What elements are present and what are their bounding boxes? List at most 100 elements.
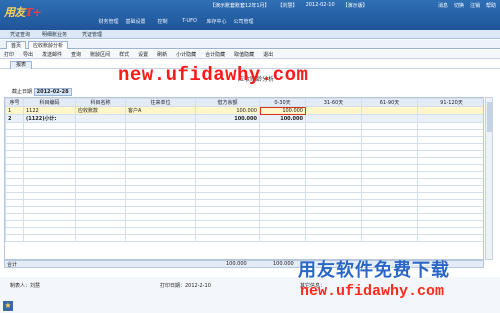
col-0-30[interactable]: 0-30天 <box>259 98 306 107</box>
product-logo: 用友T+ <box>4 6 42 19</box>
cell-91-120 <box>417 106 483 115</box>
scrollbar-thumb[interactable] <box>487 102 492 132</box>
cell-0-30[interactable]: 100.000 <box>259 106 306 115</box>
col-debit-balance[interactable]: 借方余额 <box>195 98 260 107</box>
refresh-button[interactable]: 刷新 <box>157 51 167 58</box>
cell-party <box>125 114 196 123</box>
top-actions: 消息 切换 注销 帮助 <box>438 2 496 9</box>
cell-61-90 <box>361 114 418 123</box>
report-toolbar: 打印 导出 发送邮件 查询 账龄区间 样式 设置 刷新 小计隐藏 合计隐藏 取值… <box>0 50 500 59</box>
empty-row <box>5 199 483 207</box>
cutoff-date: 截止日期 2012-02-28 <box>12 88 72 96</box>
col-account-code[interactable]: 科目编码 <box>23 98 76 107</box>
cell-seq: 1 <box>5 106 24 115</box>
query-button[interactable]: 查询 <box>71 51 81 58</box>
aging-grid: 序号 科目编码 科目名称 往来单位 借方余额 0-30天 31-60天 61-9… <box>4 97 484 260</box>
empty-row <box>5 192 483 200</box>
edition-info: 【演示版】 <box>342 3 368 9</box>
empty-row <box>5 234 483 242</box>
maker-label: 制表人：刘慧 <box>10 283 41 289</box>
nav-tufo[interactable]: T-UFO <box>176 18 203 25</box>
style-button[interactable]: 样式 <box>119 51 129 58</box>
cell-debit-balance: 100.000 <box>195 106 260 115</box>
session-info: 【演示账套账套12年1月】 【刘慧】 2012-02-10 【演示版】 <box>210 2 368 9</box>
col-31-60[interactable]: 31-60天 <box>305 98 362 107</box>
cell-account-name: 应收账款 <box>75 106 126 115</box>
shortcut-voucher-query[interactable]: 凭证查询 <box>10 31 30 38</box>
cutoff-date-label: 截止日期 <box>12 89 33 95</box>
empty-row <box>5 122 483 130</box>
total-debit-balance: 100.000 <box>226 261 247 267</box>
nav-company[interactable]: 公司管理 <box>230 18 257 25</box>
shortcut-ledger[interactable]: 明细账业务 <box>42 31 67 38</box>
empty-row <box>5 206 483 214</box>
empty-row <box>5 220 483 228</box>
cell-party: 客户A <box>125 106 196 115</box>
settings-button[interactable]: 设置 <box>138 51 148 58</box>
empty-row <box>5 129 483 137</box>
exit-button[interactable]: 退出 <box>263 51 273 58</box>
empty-row <box>5 227 483 235</box>
send-mail-button[interactable]: 发送邮件 <box>42 51 62 58</box>
help-link[interactable]: 帮助 <box>486 2 496 9</box>
cell-91-120 <box>417 114 483 123</box>
print-date-label: 打印日期：2012-2-10 <box>160 283 211 289</box>
nav-basic-settings[interactable]: 基础设置 <box>122 18 149 25</box>
cell-debit-balance: 100.000 <box>195 114 260 123</box>
cell-61-90 <box>361 106 418 115</box>
document-tabs: 首页 应收账龄分析 <box>0 40 500 49</box>
hide-value-button[interactable]: 取值隐藏 <box>234 51 254 58</box>
cell-account-code: (1122)小计: <box>23 114 76 123</box>
col-91-120[interactable]: 91-120天 <box>417 98 483 107</box>
nav-finance[interactable]: 财务管理 <box>95 18 122 25</box>
brand-watermark-url: new.ufidawhy.com <box>300 283 445 300</box>
logout-link[interactable]: 注销 <box>470 2 480 9</box>
main-nav: 财务管理 基础设置 控制 T-UFO 库存中心 公司管理 <box>95 18 257 25</box>
grid-header: 序号 科目编码 科目名称 往来单位 借方余额 0-30天 31-60天 61-9… <box>5 98 483 107</box>
subtotal-row[interactable]: 2 (1122)小计: 100.000 100.000 <box>5 114 483 123</box>
user-info: 【刘慧】 <box>277 3 298 9</box>
empty-row <box>5 157 483 165</box>
col-account-name[interactable]: 科目名称 <box>75 98 126 107</box>
cell-0-30: 100.000 <box>259 114 306 123</box>
cell-31-60 <box>305 106 362 115</box>
empty-row <box>5 136 483 144</box>
nav-inventory[interactable]: 库存中心 <box>203 18 230 25</box>
hide-total-button[interactable]: 合计隐藏 <box>205 51 225 58</box>
col-party[interactable]: 往来单位 <box>125 98 196 107</box>
brand-watermark-cn: 用友软件免费下载 <box>298 260 450 281</box>
cutoff-date-value[interactable]: 2012-02-28 <box>33 88 72 96</box>
empty-row <box>5 171 483 179</box>
cell-account-code: 1122 <box>23 106 76 115</box>
empty-row <box>5 178 483 186</box>
shortcut-bar: 凭证查询 明细账业务 凭证管理 <box>0 30 500 39</box>
hide-subtotal-button[interactable]: 小计隐藏 <box>176 51 196 58</box>
aging-range-button[interactable]: 账龄区间 <box>90 51 110 58</box>
table-row[interactable]: 1 1122 应收账款 客户A 100.000 100.000 <box>5 106 483 115</box>
account-info: 【演示账套账套12年1月】 <box>210 3 270 9</box>
total-0-30: 100.000 <box>273 261 294 267</box>
nav-control[interactable]: 控制 <box>149 18 176 25</box>
watermark-text: new.ufidawhy.com <box>118 64 309 86</box>
empty-row <box>5 143 483 151</box>
date-info: 2012-02-10 <box>305 2 335 8</box>
tab-home[interactable]: 首页 <box>6 41 27 49</box>
tab-report[interactable]: 报表 <box>10 61 32 69</box>
star-icon[interactable]: ★ <box>3 301 13 311</box>
shortcut-voucher-mgmt[interactable]: 凭证管理 <box>82 31 102 38</box>
top-banner: 用友T+ 【演示账套账套12年1月】 【刘慧】 2012-02-10 【演示版】… <box>0 0 500 30</box>
print-button[interactable]: 打印 <box>4 51 14 58</box>
switch-link[interactable]: 切换 <box>454 2 464 9</box>
vertical-scrollbar[interactable] <box>485 97 493 260</box>
col-61-90[interactable]: 61-90天 <box>361 98 418 107</box>
cell-account-name <box>75 114 126 123</box>
export-button[interactable]: 导出 <box>23 51 33 58</box>
empty-row <box>5 213 483 221</box>
tab-ar-aging[interactable]: 应收账龄分析 <box>28 41 69 49</box>
col-seq[interactable]: 序号 <box>5 98 24 107</box>
empty-row <box>5 164 483 172</box>
empty-row <box>5 185 483 193</box>
message-link[interactable]: 消息 <box>438 2 448 9</box>
cell-31-60 <box>305 114 362 123</box>
total-label: 合计 <box>7 261 18 268</box>
